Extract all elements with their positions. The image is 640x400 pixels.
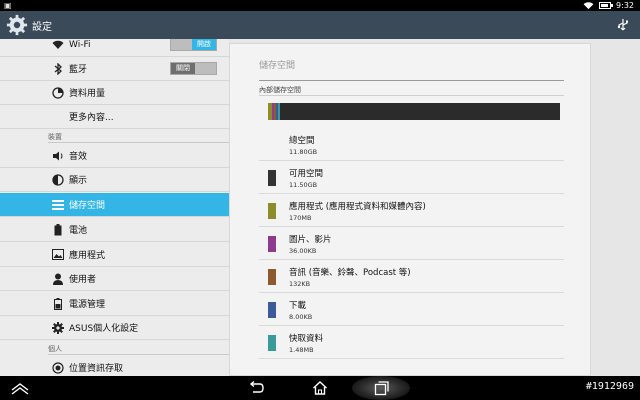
settings-gear-icon[interactable] — [6, 14, 28, 36]
wifi-toggle[interactable]: 開啟 — [170, 39, 217, 51]
storage-icon — [52, 199, 64, 211]
storage-item[interactable]: 下載 8.00KB — [259, 294, 564, 326]
user-icon — [52, 273, 64, 285]
storage-item[interactable]: 圖片、影片 36.00KB — [259, 228, 564, 260]
data-usage-icon — [52, 86, 64, 99]
settings-item-label: 更多內容... — [69, 113, 114, 123]
storage-panel-title: 儲存空間 — [259, 61, 296, 71]
storage-item-swatch — [268, 236, 276, 252]
section-header-personal: 個人 — [48, 343, 229, 355]
storage-panel: 儲存空間 內部儲存空間 總空間 11.80GB 可用空間 11.50GB 應用程式 (應… — [229, 43, 591, 376]
storage-item-size: 11.80GB — [289, 148, 318, 156]
apps-image-icon — [52, 249, 64, 261]
toggle-state: 開啟 — [192, 39, 216, 50]
storage-item-name: 可用空間 — [289, 169, 324, 179]
storage-item[interactable]: 音訊 (音樂、鈴聲、Podcast 等) 132KB — [259, 261, 564, 293]
storage-item-name: 應用程式 (應用程式資料和媒體內容) — [289, 202, 426, 212]
storage-item-size: 36.00KB — [289, 247, 317, 255]
settings-item-apps[interactable]: 應用程式 — [0, 243, 229, 267]
storage-item[interactable]: 快取資料 1.48MB — [259, 327, 564, 359]
settings-item-more[interactable]: 更多內容... — [0, 105, 229, 129]
status-bar: ▣ 9:32 — [0, 0, 640, 11]
storage-item-size: 8.00KB — [289, 313, 313, 321]
toggle-state: 關閉 — [171, 63, 195, 74]
brightness-icon — [52, 173, 64, 186]
storage-item[interactable]: 應用程式 (應用程式資料和媒體內容) 170MB — [259, 195, 564, 227]
storage-item-size: 132KB — [289, 280, 311, 288]
storage-item-swatch — [268, 269, 276, 285]
clock: 9:32 — [616, 1, 634, 10]
tablet-screen: ▣ 9:32 設定 Wi-Fi 開啟 藍牙 關閉 資料用量 更多內容... 裝置… — [0, 0, 640, 400]
settings-item-label: 電源管理 — [69, 300, 106, 310]
action-bar: 設定 — [0, 11, 640, 39]
storage-item-swatch — [268, 170, 276, 186]
settings-item-wifi[interactable]: Wi-Fi 開啟 — [0, 39, 229, 57]
bluetooth-toggle[interactable]: 關閉 — [170, 62, 217, 75]
gear-icon — [52, 321, 64, 334]
settings-item-label: 儲存空間 — [69, 201, 106, 211]
navigation-bar — [0, 376, 640, 400]
title-divider — [259, 80, 564, 81]
storage-item-size: 1.48MB — [289, 346, 314, 354]
storage-item-size: 11.50GB — [289, 181, 318, 189]
storage-item-name: 圖片、影片 — [289, 235, 332, 245]
back-icon[interactable] — [248, 380, 264, 396]
settings-item-label: 應用程式 — [69, 251, 106, 261]
storage-item[interactable]: 總空間 11.80GB — [259, 129, 564, 161]
settings-item-sound[interactable]: 音效 — [0, 144, 229, 168]
location-icon — [52, 361, 64, 374]
storage-item-swatch — [268, 302, 276, 318]
storage-bar-segment-cache — [278, 103, 280, 120]
settings-item-bluetooth[interactable]: 藍牙 關閉 — [0, 57, 229, 81]
settings-item-location[interactable]: 位置資訊存取 — [0, 356, 229, 376]
internal-storage-label: 內部儲存空間 — [259, 86, 301, 94]
storage-item-name: 下載 — [289, 301, 307, 311]
storage-item-name: 快取資料 — [289, 334, 324, 344]
settings-item-label: ASUS個人化設定 — [69, 324, 139, 334]
section-header-device: 裝置 — [48, 131, 229, 143]
home-icon[interactable] — [312, 380, 328, 396]
settings-item-storage[interactable]: 儲存空間 — [0, 193, 229, 217]
settings-item-power[interactable]: 電源管理 — [0, 292, 229, 316]
settings-item-label: 顯示 — [69, 176, 88, 186]
section-divider — [259, 95, 564, 96]
storage-item[interactable]: 可用空間 11.50GB — [259, 162, 564, 194]
settings-list: Wi-Fi 開啟 藍牙 關閉 資料用量 更多內容... 裝置 音效 顯示 儲存空… — [0, 39, 229, 376]
settings-item-battery[interactable]: 電池 — [0, 218, 229, 242]
notification-icon: ▣ — [4, 1, 12, 10]
battery-icon — [599, 2, 614, 9]
storage-item-swatch — [268, 203, 276, 219]
settings-item-asus[interactable]: ASUS個人化設定 — [0, 316, 229, 340]
recent-apps-icon[interactable] — [374, 380, 390, 396]
storage-item-name: 總空間 — [289, 136, 315, 146]
wifi-icon — [52, 39, 64, 51]
storage-item-size: 170MB — [289, 214, 312, 222]
bluetooth-icon — [52, 62, 64, 75]
speaker-icon — [52, 150, 64, 162]
watermark: #1912969 — [585, 381, 634, 392]
storage-item-name: 音訊 (音樂、鈴聲、Podcast 等) — [289, 268, 411, 278]
settings-item-display[interactable]: 顯示 — [0, 168, 229, 192]
settings-item-label: 電池 — [69, 226, 88, 236]
storage-item-swatch — [268, 335, 276, 351]
usb-icon[interactable] — [616, 18, 630, 32]
chevron-up-icon[interactable] — [10, 380, 30, 396]
wifi-signal-icon — [583, 1, 594, 9]
page-title: 設定 — [32, 22, 52, 33]
settings-item-label: 音效 — [69, 152, 88, 162]
settings-item-data-usage[interactable]: 資料用量 — [0, 81, 229, 105]
battery-icon — [52, 223, 64, 236]
settings-item-label: 使用者 — [69, 275, 97, 285]
settings-item-label: Wi-Fi — [69, 39, 91, 50]
settings-item-label: 藍牙 — [69, 65, 88, 75]
settings-item-label: 位置資訊存取 — [69, 364, 124, 374]
settings-item-label: 資料用量 — [69, 89, 106, 99]
power-battery-icon — [52, 297, 64, 310]
storage-usage-bar — [268, 103, 560, 120]
settings-item-users[interactable]: 使用者 — [0, 267, 229, 291]
